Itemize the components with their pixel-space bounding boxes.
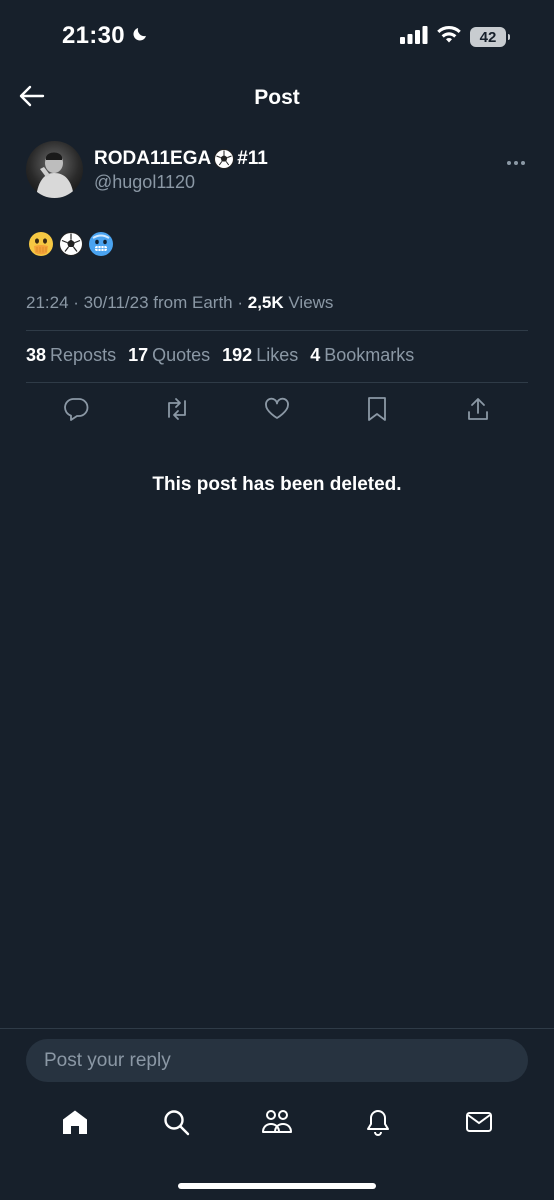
communities-icon <box>261 1108 293 1141</box>
soccer-ball-icon <box>213 148 235 170</box>
engagement-stats: 38 Reposts 17 Quotes 192 Likes 4 Bookmarks <box>26 345 414 366</box>
bookmark-button[interactable] <box>359 394 395 428</box>
bookmarks-stat[interactable]: 4 Bookmarks <box>310 345 414 366</box>
cold-face-icon <box>88 231 114 262</box>
status-time: 21:30 <box>62 22 149 50</box>
nav-notifications[interactable] <box>358 1104 398 1144</box>
repost-button[interactable] <box>159 394 195 428</box>
divider <box>26 382 528 383</box>
nav-messages[interactable] <box>459 1104 499 1144</box>
author-name-suffix: #11 <box>237 148 268 169</box>
post-timestamp: 21:24 · 30/11/23 from Earth · <box>26 293 248 312</box>
reply-box[interactable] <box>26 1039 528 1082</box>
wifi-icon <box>436 25 462 49</box>
status-indicators: 42 <box>400 25 510 49</box>
author-name[interactable]: RODA11EGA #11 <box>94 148 268 170</box>
nav-communities[interactable] <box>257 1104 297 1144</box>
deleted-notice: This post has been deleted. <box>152 474 402 495</box>
like-icon <box>264 397 290 426</box>
bookmarks-count: 4 <box>310 345 321 365</box>
like-button[interactable] <box>259 394 295 428</box>
repost-icon <box>163 397 191 426</box>
post-text <box>28 231 114 262</box>
search-icon <box>162 1108 190 1141</box>
author-name-text: RODA11EGA <box>94 148 212 169</box>
soccer-ball-icon <box>58 231 84 262</box>
messages-icon <box>465 1110 493 1139</box>
nav-home[interactable] <box>55 1104 95 1144</box>
quotes-stat[interactable]: 17 Quotes <box>128 345 210 366</box>
bottom-nav <box>0 1104 554 1144</box>
battery-indicator: 42 <box>470 27 510 47</box>
action-bar <box>26 394 528 428</box>
reply-input[interactable] <box>42 1048 512 1073</box>
likes-stat[interactable]: 192 Likes <box>222 345 298 366</box>
bookmark-icon <box>366 396 388 427</box>
likes-count: 192 <box>222 345 253 365</box>
more-button[interactable] <box>506 150 526 171</box>
reposts-stat[interactable]: 38 Reposts <box>26 345 116 366</box>
cellular-signal-icon <box>400 25 428 49</box>
quotes-count: 17 <box>128 345 149 365</box>
home-indicator[interactable] <box>178 1183 376 1189</box>
home-icon <box>61 1108 89 1141</box>
divider <box>26 330 528 331</box>
quotes-label: Quotes <box>152 345 211 365</box>
nav-search[interactable] <box>156 1104 196 1144</box>
bookmarks-label: Bookmarks <box>324 345 415 365</box>
likes-label: Likes <box>256 345 299 365</box>
more-icon <box>506 150 526 170</box>
views-count: 2,5K <box>247 293 284 312</box>
reply-icon <box>63 397 89 426</box>
author-handle[interactable]: @hugol1120 <box>94 172 195 193</box>
face-with-open-eyes-and-hand-over-mouth-icon <box>28 231 54 262</box>
share-button[interactable] <box>460 394 496 428</box>
share-icon <box>466 396 490 427</box>
page-title: Post <box>254 86 300 109</box>
post-meta: 21:24 · 30/11/23 from Earth · 2,5K Views <box>26 293 333 313</box>
reposts-label: Reposts <box>50 345 117 365</box>
time-label: 21:30 <box>62 22 125 49</box>
reply-button[interactable] <box>58 394 94 428</box>
views-label: Views <box>283 293 334 312</box>
avatar[interactable] <box>26 141 83 198</box>
notifications-icon <box>365 1108 391 1141</box>
divider <box>0 1028 554 1029</box>
moon-icon <box>131 22 149 50</box>
reposts-count: 38 <box>26 345 47 365</box>
